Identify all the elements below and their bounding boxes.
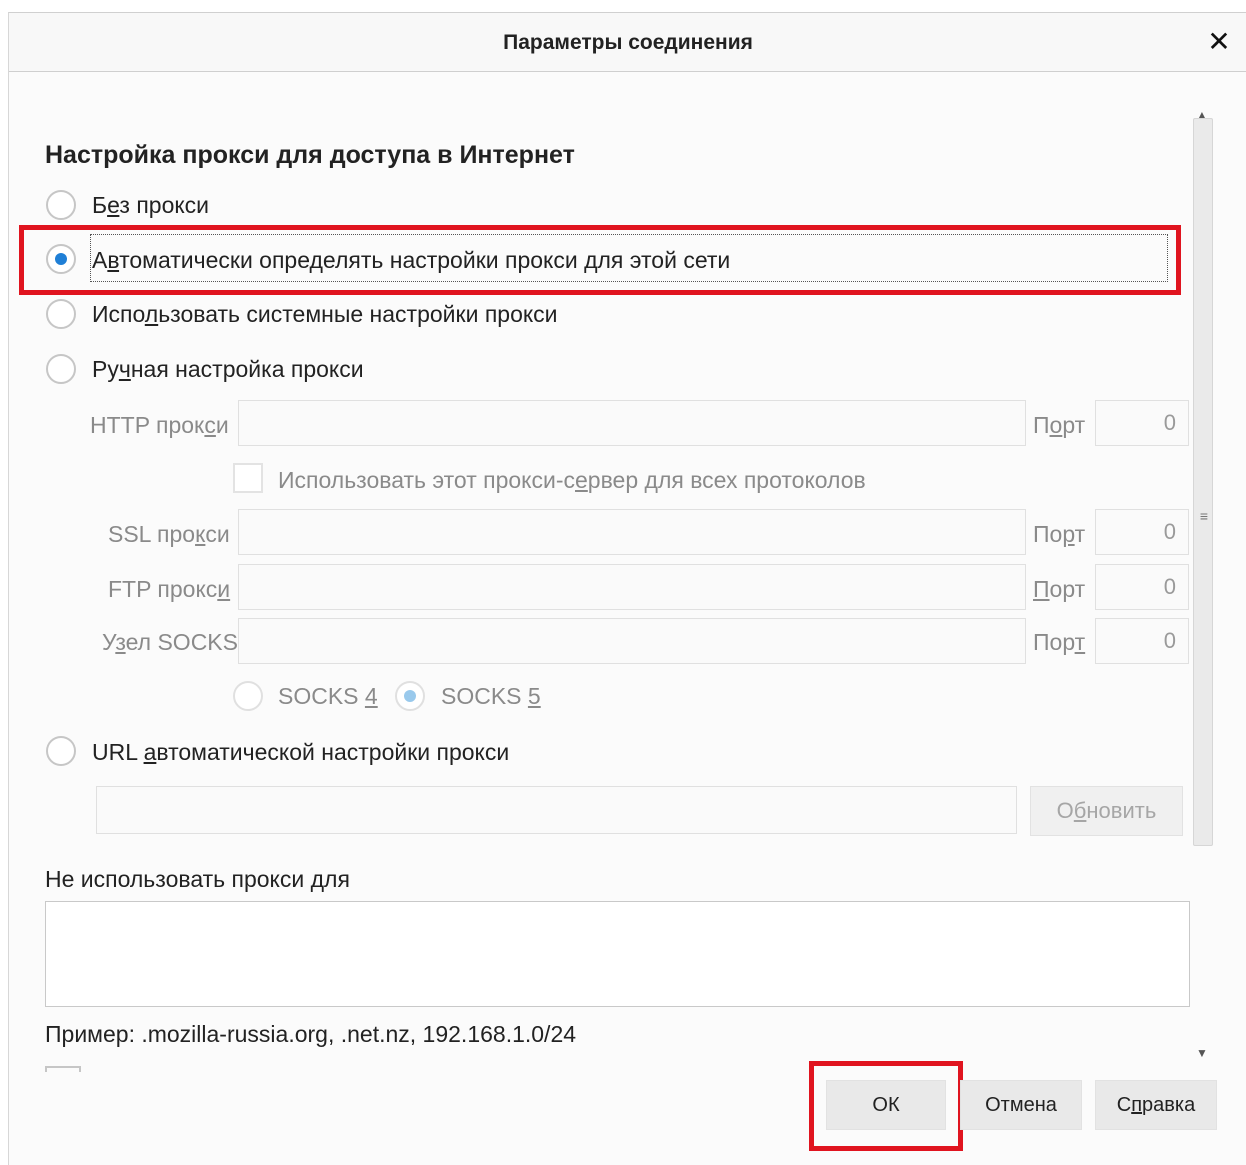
http-proxy-label: HTTP прокси bbox=[90, 412, 229, 438]
help-button[interactable]: Справка bbox=[1095, 1080, 1217, 1130]
radio-auto-config-url-label[interactable]: URL автоматической настройки прокси bbox=[92, 739, 509, 766]
radio-manual-proxy[interactable] bbox=[46, 354, 76, 384]
ftp-proxy-input[interactable] bbox=[238, 564, 1026, 610]
http-proxy-input[interactable] bbox=[238, 400, 1026, 446]
socks-port-label: Порт bbox=[1033, 629, 1086, 655]
http-port-input[interactable]: 0 bbox=[1095, 400, 1189, 446]
ssl-port-input[interactable]: 0 bbox=[1095, 509, 1189, 555]
ftp-port-input[interactable]: 0 bbox=[1095, 564, 1189, 610]
radio-no-proxy-label[interactable]: Без прокси bbox=[92, 192, 209, 219]
scroll-grip-icon: ≡ bbox=[1199, 508, 1209, 524]
radio-socks4-label[interactable]: SOCKS 4 bbox=[278, 683, 378, 710]
radio-system-proxy-label[interactable]: Использовать системные настройки прокси bbox=[92, 301, 558, 328]
auto-config-url-input[interactable] bbox=[96, 786, 1017, 834]
radio-socks4[interactable] bbox=[233, 681, 263, 711]
ftp-port-label: Порт bbox=[1033, 576, 1086, 602]
close-icon[interactable]: ✕ bbox=[1201, 23, 1237, 61]
dialog-title: Параметры соединения bbox=[503, 31, 753, 54]
no-proxy-textarea[interactable] bbox=[45, 901, 1190, 1007]
partial-checkbox[interactable] bbox=[45, 1066, 81, 1072]
cancel-button[interactable]: Отмена bbox=[960, 1080, 1082, 1130]
radio-auto-config-url[interactable] bbox=[46, 736, 76, 766]
ssl-port-label: Порт bbox=[1033, 521, 1086, 547]
annotation-highlight-auto-detect bbox=[19, 225, 1181, 295]
scroll-down-icon[interactable]: ▼ bbox=[1196, 1046, 1208, 1060]
no-proxy-label: Не использовать прокси для bbox=[45, 866, 350, 892]
scroll-thumb[interactable]: ≡ bbox=[1193, 118, 1213, 846]
dialog-titlebar: Параметры соединения ✕ bbox=[9, 13, 1246, 72]
ssl-proxy-label: SSL прокси bbox=[108, 521, 230, 547]
http-port-label: Порт bbox=[1033, 412, 1086, 438]
socks-host-input[interactable] bbox=[238, 618, 1026, 664]
section-heading: Настройка прокси для доступа в Интернет bbox=[45, 141, 575, 169]
ftp-proxy-label: FTP прокси bbox=[108, 576, 231, 602]
no-proxy-example: Пример: .mozilla-russia.org, .net.nz, 19… bbox=[45, 1021, 577, 1047]
share-proxy-checkbox[interactable] bbox=[233, 463, 263, 493]
radio-system-proxy[interactable] bbox=[46, 299, 76, 329]
radio-socks5-label[interactable]: SOCKS 5 bbox=[441, 683, 541, 710]
socks-port-input[interactable]: 0 bbox=[1095, 618, 1189, 664]
radio-socks5[interactable] bbox=[395, 681, 425, 711]
radio-no-proxy[interactable] bbox=[46, 190, 76, 220]
socks-host-label: Узел SOCKS bbox=[102, 629, 238, 655]
radio-selected-dot bbox=[404, 690, 416, 702]
ssl-proxy-input[interactable] bbox=[238, 509, 1026, 555]
reload-button[interactable]: Обновить bbox=[1030, 786, 1183, 836]
radio-manual-proxy-label[interactable]: Ручная настройка прокси bbox=[92, 356, 364, 383]
share-proxy-label[interactable]: Использовать этот прокси-сервер для всех… bbox=[278, 467, 866, 494]
vertical-scrollbar[interactable]: ▲ ≡ ▼ bbox=[1190, 88, 1216, 1060]
annotation-highlight-ok bbox=[809, 1061, 963, 1151]
